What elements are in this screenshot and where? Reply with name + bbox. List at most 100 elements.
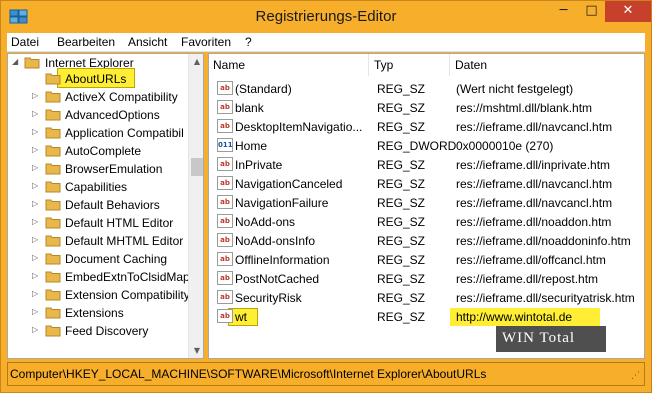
value-name: NoAdd-onsInfo <box>235 234 316 248</box>
menu-datei[interactable]: Datei <box>11 35 39 49</box>
string-value-icon: ab <box>217 195 233 209</box>
value-data: res://ieframe.dll/navcancl.htm <box>456 177 613 191</box>
tree-node[interactable]: AboutURLs <box>8 70 188 88</box>
value-name: wt <box>235 310 247 324</box>
tree-node[interactable]: ▷ Document Caching <box>8 250 188 268</box>
title-bar[interactable]: Registrierungs-Editor ─ □ ✕ <box>1 1 651 33</box>
value-row[interactable]: ab PostNotCached REG_SZ res://ieframe.dll/r… <box>209 269 644 288</box>
collapsed-arrow-icon[interactable]: ▷ <box>32 146 40 154</box>
value-row[interactable]: ab NoAdd-onsInfo REG_SZ res://ieframe.dll/n… <box>209 231 644 250</box>
value-type: REG_SZ <box>377 158 426 172</box>
minimize-button[interactable]: ─ <box>550 1 577 22</box>
menu-ansicht[interactable]: Ansicht <box>128 35 167 49</box>
value-type: REG_SZ <box>377 196 426 210</box>
value-type: REG_SZ <box>377 253 426 267</box>
column-header-type[interactable]: Typ <box>370 54 450 76</box>
tree-node-label: Document Caching <box>65 252 168 266</box>
tree-node-label: ActiveX Compatibility <box>65 90 178 104</box>
column-header-data[interactable]: Daten <box>451 54 644 76</box>
tree-vertical-scrollbar[interactable]: ▲ ▼ <box>188 54 203 358</box>
menu-favoriten[interactable]: Favoriten <box>181 35 231 49</box>
resize-grip-icon[interactable]: ⋰ <box>631 371 643 383</box>
registry-path: Computer\HKEY_LOCAL_MACHINE\SOFTWARE\Mic… <box>10 367 487 381</box>
collapsed-arrow-icon[interactable]: ▷ <box>32 308 40 316</box>
tree-node-label: Default MHTML Editor <box>65 234 184 248</box>
scroll-up-icon[interactable]: ▲ <box>189 54 203 70</box>
value-name: OfflineInformation <box>235 253 330 267</box>
key-tree[interactable]: ◢ Internet Explorer AboutURLs ▷ ActiveX Co… <box>7 53 204 359</box>
value-list[interactable]: Name Typ Daten ab (Standard) REG_SZ (Wert n… <box>208 53 645 359</box>
value-type: REG_SZ <box>377 82 426 96</box>
folder-icon <box>45 307 61 319</box>
value-name: blank <box>235 101 264 115</box>
value-row[interactable]: ab NavigationFailure REG_SZ res://ieframe.d… <box>209 193 644 212</box>
scroll-down-icon[interactable]: ▼ <box>189 343 203 358</box>
registry-editor-window: Registrierungs-Editor ─ □ ✕ Datei Bearbe… <box>0 0 652 393</box>
value-name: InPrivate <box>235 158 283 172</box>
tree-node[interactable]: ▷ ActiveX Compatibility <box>8 88 188 106</box>
collapsed-arrow-icon[interactable]: ▷ <box>32 290 40 298</box>
value-row[interactable]: 011 Home REG_DWORD 0x0000010e (270) <box>209 136 644 155</box>
value-row[interactable]: ab SecurityRisk REG_SZ res://ieframe.dll/se… <box>209 288 644 307</box>
menu-help[interactable]: ? <box>245 35 252 49</box>
tree-node-label: AboutURLs <box>65 72 127 86</box>
tree-node[interactable]: ▷ Default Behaviors <box>8 196 188 214</box>
folder-icon <box>45 199 61 211</box>
tree-node-label: Feed Discovery <box>65 324 149 338</box>
value-row[interactable]: ab OfflineInformation REG_SZ res://ieframe.… <box>209 250 644 269</box>
collapsed-arrow-icon[interactable]: ▷ <box>32 254 40 262</box>
folder-icon <box>45 73 61 85</box>
value-type: REG_SZ <box>377 291 426 305</box>
value-row[interactable]: ab blank REG_SZ res://mshtml.dll/blank.htm <box>209 98 644 117</box>
value-row[interactable]: ab NavigationCanceled REG_SZ res://ieframe.… <box>209 174 644 193</box>
tree-node[interactable]: ▷ Application Compatibil <box>8 124 188 142</box>
column-header-name[interactable]: Name <box>209 54 369 76</box>
tree-node[interactable]: ▷ Feed Discovery <box>8 322 188 340</box>
maximize-button[interactable]: □ <box>578 1 605 22</box>
tree-node[interactable]: ▷ Capabilities <box>8 178 188 196</box>
collapsed-arrow-icon[interactable]: ▷ <box>32 164 40 172</box>
collapsed-arrow-icon[interactable]: ▷ <box>32 128 40 136</box>
tree-node[interactable]: ▷ BrowserEmulation <box>8 160 188 178</box>
string-value-icon: ab <box>217 309 233 323</box>
collapsed-arrow-icon[interactable]: ▷ <box>32 200 40 208</box>
value-type: REG_SZ <box>377 177 426 191</box>
folder-icon <box>45 91 61 103</box>
tree-node[interactable]: ▷ Default MHTML Editor <box>8 232 188 250</box>
tree-node-label: Capabilities <box>65 180 128 194</box>
collapsed-arrow-icon[interactable]: ▷ <box>32 272 40 280</box>
close-button[interactable]: ✕ <box>605 1 651 22</box>
tree-node[interactable]: ▷ Default HTML Editor <box>8 214 188 232</box>
tree-node-label: AdvancedOptions <box>65 108 160 122</box>
tree-node[interactable]: ▷ AdvancedOptions <box>8 106 188 124</box>
tree-node[interactable]: ▷ Extensions <box>8 304 188 322</box>
tree-node-label: Extension Compatibility <box>65 288 190 302</box>
value-row[interactable]: ab NoAdd-ons REG_SZ res://ieframe.dll/noadd… <box>209 212 644 231</box>
collapsed-arrow-icon[interactable]: ▷ <box>32 236 40 244</box>
value-name: DesktopItemNavigatio... <box>235 120 363 134</box>
folder-icon <box>45 289 61 301</box>
tree-node[interactable]: ▷ Extension Compatibility <box>8 286 190 304</box>
value-data: http://www.wintotal.de <box>456 310 573 324</box>
value-row[interactable]: ab DesktopItemNavigatio... REG_SZ res://ief… <box>209 117 644 136</box>
value-type: REG_SZ <box>377 120 426 134</box>
collapsed-arrow-icon[interactable]: ▷ <box>32 326 40 334</box>
value-row[interactable]: ab InPrivate REG_SZ res://ieframe.dll/inpri… <box>209 155 644 174</box>
collapsed-arrow-icon[interactable]: ▷ <box>32 92 40 100</box>
folder-icon <box>45 235 61 247</box>
tree-node[interactable]: ▷ AutoComplete <box>8 142 188 160</box>
value-type: REG_SZ <box>377 234 426 248</box>
value-data: res://ieframe.dll/offcancl.htm <box>456 253 606 267</box>
scrollbar-thumb[interactable] <box>191 158 203 176</box>
collapsed-arrow-icon[interactable]: ▷ <box>32 110 40 118</box>
collapsed-arrow-icon[interactable]: ▷ <box>32 182 40 190</box>
collapsed-arrow-icon[interactable]: ▷ <box>32 218 40 226</box>
tree-node[interactable]: ▷ EmbedExtnToClsidMap <box>8 268 190 286</box>
expanded-arrow-icon[interactable]: ◢ <box>12 58 20 66</box>
tree-node-label: Default HTML Editor <box>65 216 174 230</box>
value-data: res://ieframe.dll/navcancl.htm <box>456 196 613 210</box>
value-row[interactable]: ab wt REG_SZ http://www.wintotal.de <box>209 307 644 326</box>
value-row[interactable]: ab (Standard) REG_SZ (Wert nicht festgelegt… <box>209 79 644 98</box>
folder-icon <box>45 325 61 337</box>
menu-bearbeiten[interactable]: Bearbeiten <box>57 35 115 49</box>
